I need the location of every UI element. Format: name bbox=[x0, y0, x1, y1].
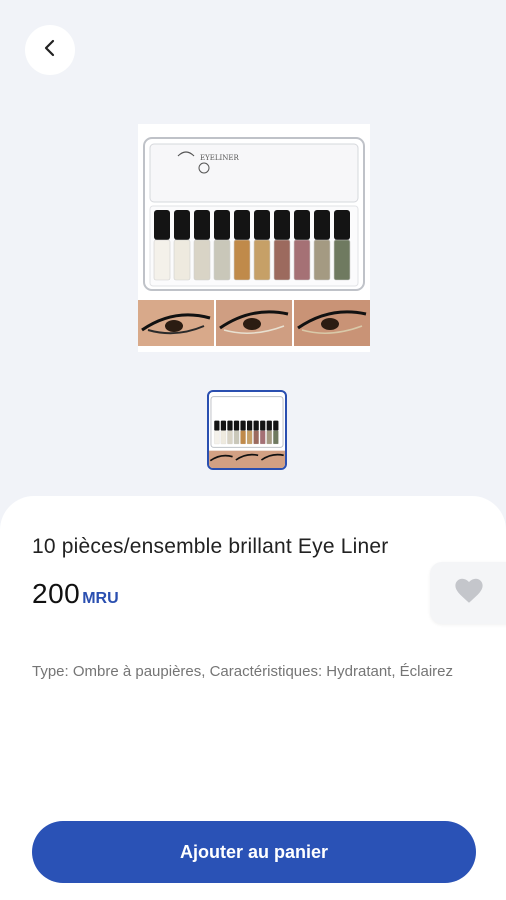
pen-cap bbox=[273, 420, 279, 431]
pen-cap bbox=[214, 210, 230, 240]
pen-body bbox=[246, 430, 253, 445]
pen-body bbox=[173, 239, 191, 281]
gallery-thumbnail[interactable] bbox=[207, 390, 287, 470]
pen-cap bbox=[240, 420, 246, 431]
pen-cap bbox=[154, 210, 170, 240]
pen-body bbox=[273, 430, 279, 445]
pen-cap bbox=[254, 210, 270, 240]
pen-body bbox=[233, 239, 251, 281]
pen-cap bbox=[314, 210, 330, 240]
favorite-button[interactable] bbox=[430, 562, 506, 624]
product-main-image: EYELINER bbox=[138, 124, 370, 352]
pen-body bbox=[333, 239, 351, 281]
pen-body bbox=[240, 430, 246, 445]
pen-cap bbox=[227, 420, 233, 431]
pen-cap bbox=[266, 420, 272, 431]
pen-body bbox=[153, 239, 171, 281]
pen-cap bbox=[220, 420, 227, 431]
heart-icon bbox=[454, 578, 484, 609]
product-description: Type: Ombre à paupières, Caractéristique… bbox=[32, 663, 454, 680]
pen-cap bbox=[247, 420, 253, 431]
pen-cap bbox=[234, 210, 250, 240]
add-to-cart-button[interactable]: Ajouter au panier bbox=[32, 821, 476, 883]
pen-cap bbox=[253, 420, 259, 431]
pen-cap bbox=[274, 210, 290, 240]
pen-cap bbox=[260, 420, 266, 431]
pen-body bbox=[214, 430, 220, 445]
pen-body bbox=[213, 239, 231, 281]
pen-body bbox=[273, 239, 291, 281]
pen-body bbox=[266, 430, 272, 445]
pen-body bbox=[313, 239, 331, 281]
product-price: 200 MRU bbox=[32, 578, 119, 610]
pen-cap bbox=[334, 210, 350, 240]
product-title: 10 pièces/ensemble brillant Eye Liner bbox=[32, 535, 389, 558]
pen-body bbox=[233, 430, 240, 445]
packaging-text: EYELINER bbox=[200, 154, 239, 162]
pen-cap bbox=[214, 420, 220, 431]
eyeliner-set-illustration: EYELINER bbox=[138, 137, 370, 346]
pen-cap bbox=[194, 210, 210, 240]
pen-body bbox=[227, 430, 233, 445]
price-currency: MRU bbox=[82, 590, 119, 607]
pen-body bbox=[253, 430, 259, 445]
pen-cap bbox=[233, 420, 240, 431]
pen-cap bbox=[174, 210, 190, 240]
pen-body bbox=[193, 239, 211, 281]
pen-body bbox=[220, 430, 227, 445]
pen-body bbox=[260, 430, 266, 445]
back-button[interactable] bbox=[25, 25, 75, 75]
pen-body bbox=[293, 239, 311, 281]
pen-body bbox=[253, 239, 271, 281]
price-amount: 200 bbox=[32, 578, 81, 609]
product-detail-screen: EYELINER 10 pièces/ensemble brillant Eye… bbox=[0, 0, 506, 900]
chevron-left-icon bbox=[40, 38, 60, 63]
pen-cap bbox=[294, 210, 310, 240]
